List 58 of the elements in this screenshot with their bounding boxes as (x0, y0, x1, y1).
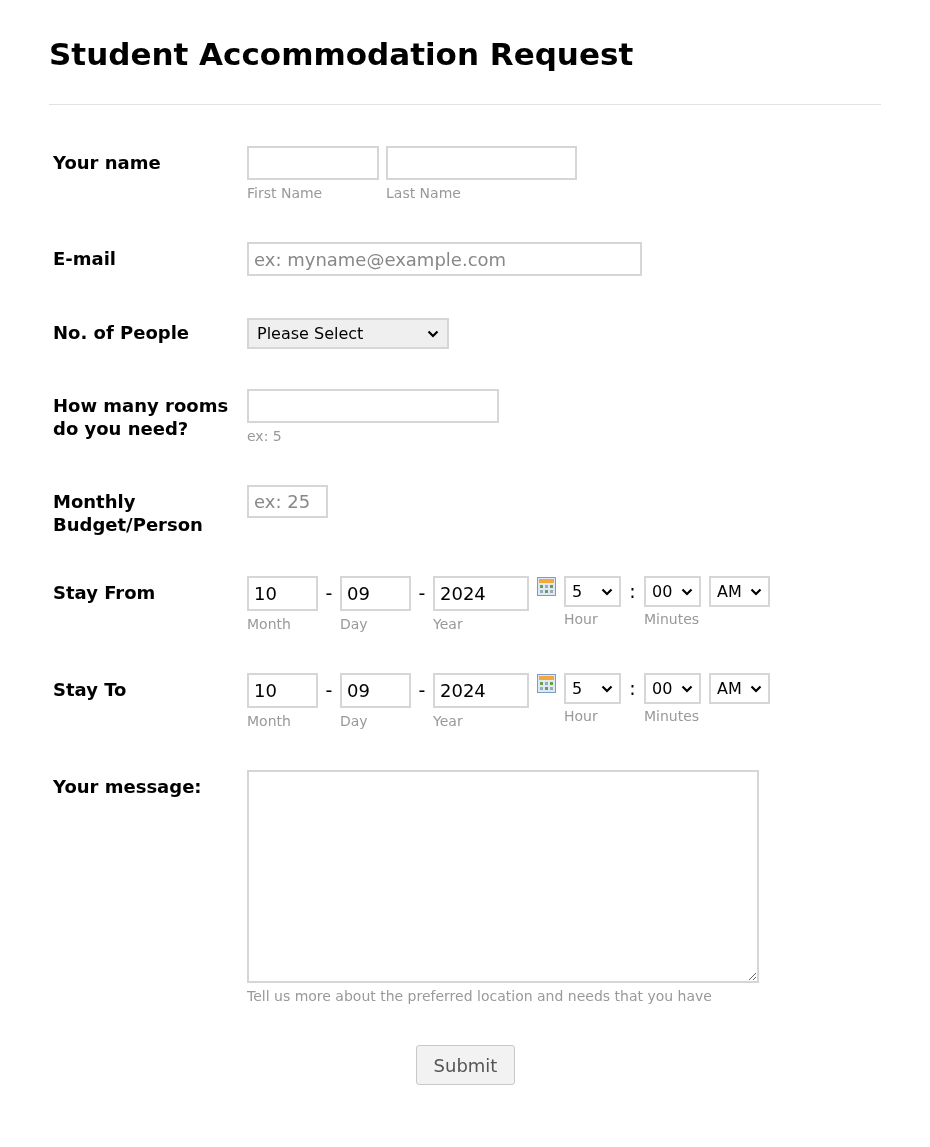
field-sublabel: Hour (564, 708, 599, 725)
field-label: Monthly Budget/Person (52, 490, 204, 536)
field-sublabel: Minutes (644, 611, 701, 628)
field-sublabel: Day (340, 616, 369, 633)
budget-input[interactable]: ex: 25 (247, 485, 328, 518)
form-title: Student Accommodation Request (49, 36, 635, 72)
field-sublabel: Tell us more about the preferred location and needs that you have (247, 988, 713, 1005)
field-sublabel: Year (433, 616, 464, 633)
date-separator: - (324, 678, 334, 703)
field-sublabel: Month (247, 713, 292, 730)
ampm-select[interactable]: AM (709, 576, 770, 607)
date-separator: - (324, 581, 334, 606)
field-label: Stay To (52, 678, 128, 701)
minute-select[interactable]: 00 (644, 576, 701, 607)
chevron-icon (601, 587, 613, 596)
field-label: No. of People (52, 321, 191, 344)
calendar-icon[interactable] (537, 674, 556, 693)
month-input[interactable]: 10 (247, 576, 318, 611)
field-sublabel: Minutes (644, 708, 701, 725)
field-label: Stay From (52, 581, 157, 604)
field-label: E-mail (52, 247, 117, 270)
year-input[interactable]: 2024 (433, 576, 529, 611)
calendar-icon[interactable] (537, 577, 556, 596)
ampm-select[interactable]: AM (709, 673, 770, 704)
chevron-icon (750, 684, 762, 693)
date-separator: - (417, 678, 427, 703)
field-sublabel: ex: 5 (247, 428, 283, 445)
time-separator: : (628, 676, 637, 701)
chevron-icon (427, 329, 439, 338)
field-label: Your name (52, 151, 162, 174)
field-sublabel: Year (433, 713, 464, 730)
message-textarea[interactable] (247, 770, 759, 983)
field-sublabel: Last Name (386, 185, 462, 202)
field-sublabel: First Name (247, 185, 324, 202)
chevron-icon (681, 684, 693, 693)
hour-select[interactable]: 5 (564, 673, 621, 704)
hour-select[interactable]: 5 (564, 576, 621, 607)
rooms-input[interactable] (247, 389, 499, 423)
name-input[interactable] (386, 146, 577, 180)
chevron-icon (601, 684, 613, 693)
field-sublabel: Day (340, 713, 369, 730)
email-input[interactable]: ex: myname@example.com (247, 242, 642, 276)
day-input[interactable]: 09 (340, 576, 411, 611)
time-separator: : (628, 579, 637, 604)
day-input[interactable]: 09 (340, 673, 411, 708)
year-input[interactable]: 2024 (433, 673, 529, 708)
minute-select[interactable]: 00 (644, 673, 701, 704)
submit-button[interactable]: Submit (416, 1045, 515, 1085)
date-separator: - (417, 581, 427, 606)
field-label: Your message: (52, 775, 203, 798)
name-input[interactable] (247, 146, 379, 180)
people-select[interactable]: Please Select (247, 318, 449, 349)
chevron-icon (750, 587, 762, 596)
field-sublabel: Hour (564, 611, 599, 628)
field-label: How many rooms do you need? (52, 394, 230, 440)
field-sublabel: Month (247, 616, 292, 633)
month-input[interactable]: 10 (247, 673, 318, 708)
chevron-icon (681, 587, 693, 596)
